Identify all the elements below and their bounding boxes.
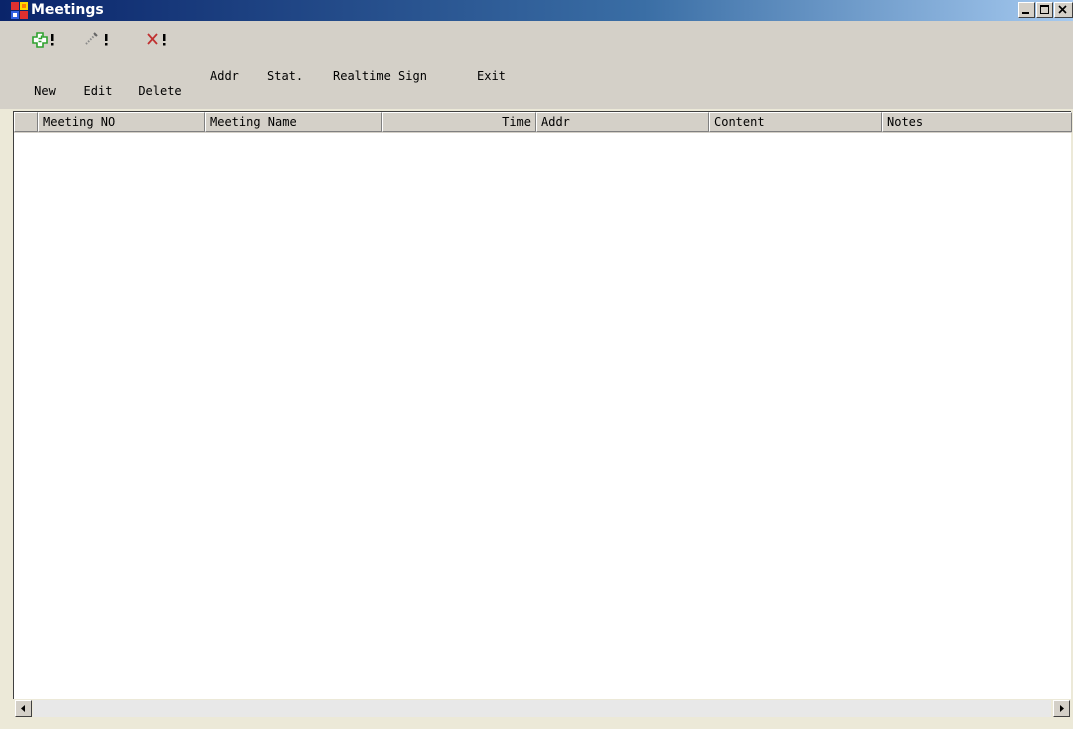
column-header-meeting-no[interactable]: Meeting NO — [38, 112, 205, 132]
meetings-window: Meetings New Edit Delete Addr Stat. Real… — [0, 0, 1073, 729]
row-header-corner — [14, 112, 38, 132]
edit-button[interactable]: Edit — [78, 23, 118, 103]
title-bar[interactable]: Meetings — [0, 0, 1073, 21]
realtime-sign-button[interactable]: Realtime Sign — [333, 69, 427, 83]
exit-button[interactable]: Exit — [477, 69, 506, 83]
column-header-meeting-name[interactable]: Meeting Name — [205, 112, 382, 132]
new-button-label: New — [34, 84, 56, 98]
scroll-track[interactable] — [33, 700, 1051, 717]
scroll-left-button[interactable] — [15, 700, 32, 717]
scroll-right-button[interactable] — [1053, 700, 1070, 717]
pencil-icon — [85, 32, 108, 46]
edit-button-label: Edit — [83, 84, 113, 98]
toolbar: New Edit Delete Addr Stat. Realtime Sign… — [0, 21, 1073, 109]
close-icon — [1058, 5, 1067, 14]
app-icon — [11, 2, 28, 19]
delete-button[interactable]: Delete — [128, 23, 192, 103]
scroll-left-icon — [21, 705, 25, 712]
x-icon — [147, 33, 166, 46]
scroll-right-icon — [1060, 705, 1064, 712]
stat-button[interactable]: Stat. — [267, 69, 303, 83]
addr-button[interactable]: Addr — [210, 69, 239, 83]
column-header-content[interactable]: Content — [709, 112, 882, 132]
maximize-button[interactable] — [1036, 2, 1053, 18]
minimize-icon — [1022, 12, 1029, 14]
plus-icon — [32, 32, 54, 48]
horizontal-scrollbar[interactable] — [13, 699, 1071, 729]
meetings-grid[interactable]: Meeting NO Meeting Name Time Addr Conten… — [13, 111, 1072, 704]
column-header-addr[interactable]: Addr — [536, 112, 709, 132]
minimize-button[interactable] — [1018, 2, 1035, 18]
column-header-time[interactable]: Time — [382, 112, 536, 132]
maximize-icon — [1040, 5, 1049, 14]
delete-button-label: Delete — [138, 84, 182, 98]
new-button[interactable]: New — [28, 23, 62, 103]
column-header-notes[interactable]: Notes — [882, 112, 1072, 132]
grid-header: Meeting NO Meeting Name Time Addr Conten… — [14, 112, 1072, 133]
window-title: Meetings — [31, 2, 104, 18]
close-button[interactable] — [1054, 2, 1073, 18]
